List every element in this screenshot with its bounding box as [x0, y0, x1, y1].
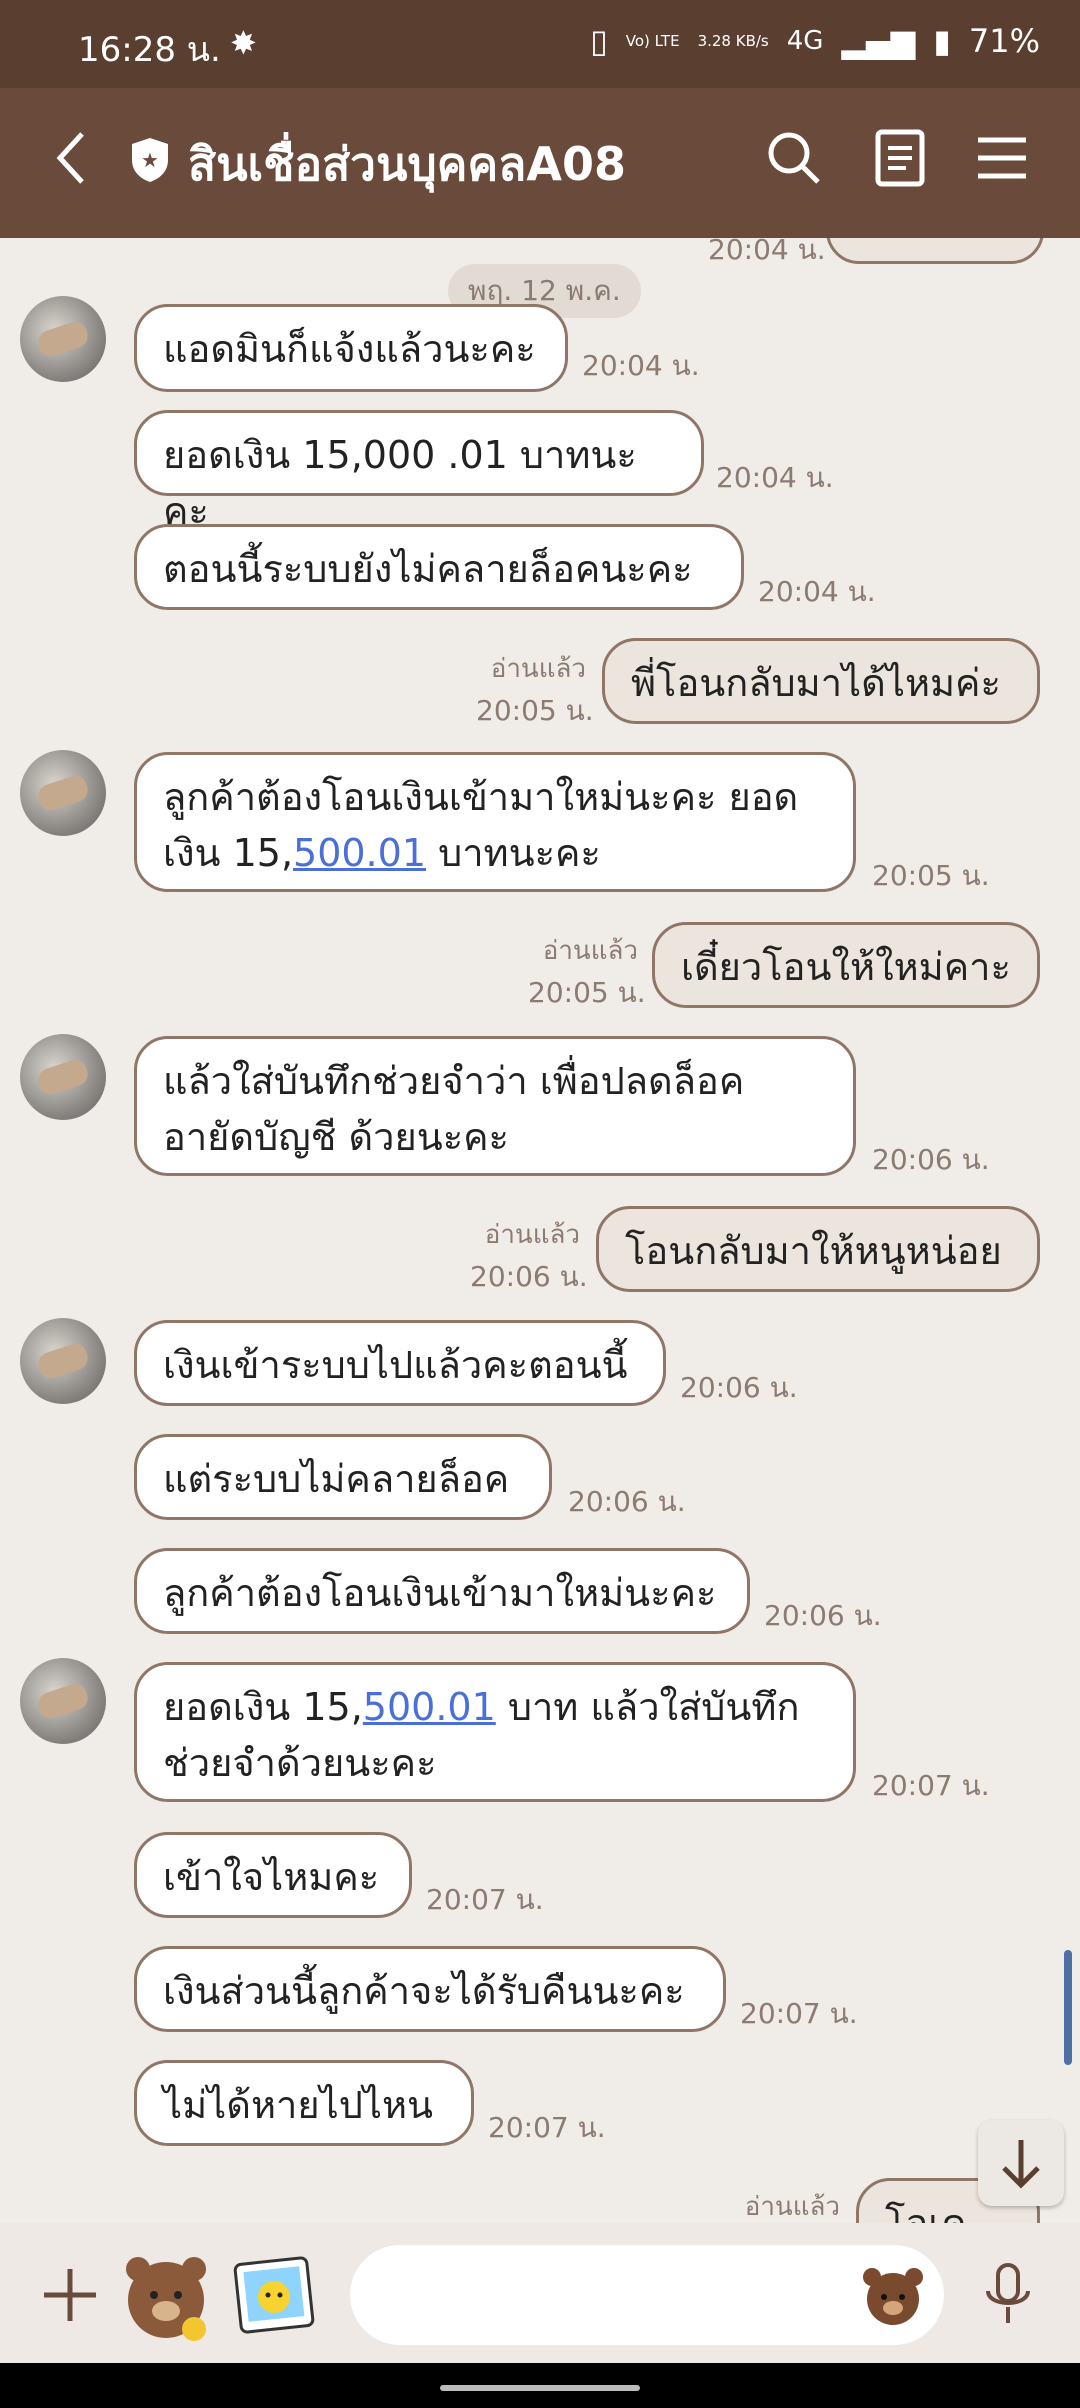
message-bubble[interactable]: ยอดเงิน 15,500.01 บาท แล้วใส่บันทึก ช่วย…: [134, 1662, 856, 1802]
message-text: แต่ระบบไม่คลายล็อค: [163, 1457, 510, 1501]
message-time: 20:04 น.: [708, 238, 826, 266]
message-text-line1: แล้วใส่บันทึกช่วยจำว่า เพื่อปลดล็อค: [163, 1059, 745, 1103]
chat-title: สินเชื่อส่วนบุคคลA08: [188, 137, 626, 191]
message-time: 20:07 น.: [740, 1997, 858, 2030]
speed-label: 3.28 KB/s: [697, 31, 769, 50]
message-bubble[interactable]: โอนกลับมาให้หนูหน่อย: [596, 1206, 1040, 1292]
message-text: แอดมินก็แจ้งแล้วนะคะ: [163, 327, 536, 371]
read-status: อ่านแล้ว 20:06 น.: [470, 1220, 588, 1293]
scroll-down-button[interactable]: [978, 2120, 1064, 2206]
menu-icon[interactable]: [972, 128, 1032, 188]
message-text: เดี๋ยวโอนให้ใหม่คาะ: [681, 945, 1011, 989]
status-time: 16:28 น.: [78, 30, 221, 70]
message-text-line2: ช่วยจำด้วยนะคะ: [163, 1741, 437, 1785]
volte-label: Vo) LTE: [625, 31, 680, 50]
avatar[interactable]: [20, 296, 106, 382]
svg-text:★: ★: [141, 148, 159, 172]
scrollbar[interactable]: [1064, 1950, 1072, 2065]
message-input[interactable]: [350, 2245, 944, 2345]
read-status: อ่านแล้ว 20:05 น.: [528, 936, 646, 1009]
message-text: เงินส่วนนี้ลูกค้าจะได้รับคืนนะคะ: [163, 1969, 685, 2013]
back-icon[interactable]: [52, 128, 92, 188]
avatar[interactable]: [20, 1034, 106, 1120]
message-text: พี่โอนกลับมาได้ไหมค่ะ: [631, 661, 1001, 705]
message-text: โอนกลับมาให้หนูหน่อย: [625, 1229, 1002, 1273]
navigation-bar: [0, 2363, 1080, 2408]
settings-icon: ✸: [230, 24, 257, 62]
message-bubble[interactable]: เงินส่วนนี้ลูกค้าจะได้รับคืนนะคะ: [134, 1946, 726, 2032]
message-bubble[interactable]: ลูกค้าต้องโอนเงินเข้ามาใหม่นะคะ ยอด เงิน…: [134, 752, 856, 892]
message-bubble[interactable]: แต่ระบบไม่คลายล็อค: [134, 1434, 552, 1520]
chat-area[interactable]: 20:04 น. พฤ. 12 พ.ค. แอดมินก็แจ้งแล้วนะค…: [0, 238, 1080, 2223]
message-bubble[interactable]: แล้วใส่บันทึกช่วยจำว่า เพื่อปลดล็อค อายั…: [134, 1036, 856, 1176]
message-text: ตอนนี้ระบบยังไม่คลายล็อคนะคะ: [163, 547, 693, 591]
message-time: 20:06 น.: [872, 1143, 990, 1176]
message-text-line1: ยอดเงิน 15,500.01 บาท แล้วใส่บันทึก: [163, 1685, 800, 1729]
message-bubble[interactable]: ลูกค้าต้องโอนเงินเข้ามาใหม่นะคะ: [134, 1548, 750, 1634]
message-time: 20:06 น.: [680, 1371, 798, 1404]
status-bar: 16:28 น. ✸ ▯ Vo) LTE 3.28 KB/s 4G ▂▄▆ ▮ …: [0, 0, 1080, 88]
avatar[interactable]: [20, 1658, 106, 1744]
partial-message-bubble[interactable]: [826, 238, 1044, 264]
message-time: 20:05 น.: [872, 859, 990, 892]
message-time: 20:07 น.: [488, 2111, 606, 2144]
read-status: อ่านแล้ว: [744, 2192, 840, 2222]
message-bubble[interactable]: ยอดเงิน 15,000 .01 บาทนะคะ: [134, 410, 704, 533]
emoji-icon[interactable]: [860, 2263, 926, 2327]
vibrate-icon: ▯: [590, 22, 608, 60]
message-text: ไม่ได้หายไปไหน: [163, 2083, 433, 2127]
message-bubble[interactable]: ไม่ได้หายไปไหน: [134, 2060, 474, 2146]
message-text-line2: เงิน 15,500.01 บาทนะคะ: [163, 831, 601, 875]
message-time: 20:06 น.: [568, 1485, 686, 1518]
photo-icon[interactable]: [232, 2255, 316, 2335]
message-time: 20:07 น.: [872, 1769, 990, 1802]
shield-icon: ★: [132, 138, 168, 182]
message-time: 20:04 น.: [716, 461, 834, 494]
message-text: เข้าใจไหมคะ: [163, 1855, 380, 1899]
message-text: เงินเข้าระบบไปแล้วคะตอนนี้: [163, 1343, 628, 1387]
avatar[interactable]: [20, 750, 106, 836]
read-status: อ่านแล้ว 20:05 น.: [476, 654, 594, 727]
status-icons: ▯ Vo) LTE 3.28 KB/s 4G ▂▄▆ ▮ 71%: [590, 22, 1040, 60]
message-text: ยอดเงิน 15,000 .01 บาทนะคะ: [163, 433, 637, 533]
signal-icon: ▂▄▆: [841, 22, 916, 60]
message-bubble[interactable]: แอดมินก็แจ้งแล้วนะคะ: [134, 304, 568, 392]
message-time: 20:07 น.: [426, 1883, 544, 1916]
message-link[interactable]: 500.01: [293, 831, 426, 875]
network-label: 4G: [786, 26, 824, 56]
sticker-icon[interactable]: [116, 2245, 216, 2345]
scroll-down-icon: [1002, 2140, 1040, 2189]
message-time: 20:04 น.: [582, 349, 700, 382]
message-bubble[interactable]: เข้าใจไหมคะ: [134, 1832, 412, 1918]
input-bar: [0, 2223, 1080, 2363]
notes-icon[interactable]: [870, 128, 930, 188]
plus-icon[interactable]: [40, 2265, 100, 2325]
message-bubble[interactable]: เงินเข้าระบบไปแล้วคะตอนนี้: [134, 1320, 666, 1406]
message-text: ลูกค้าต้องโอนเงินเข้ามาใหม่นะคะ: [163, 1571, 717, 1615]
search-icon[interactable]: [764, 128, 824, 188]
message-time: 20:06 น.: [764, 1599, 882, 1632]
message-text-line1: ลูกค้าต้องโอนเงินเข้ามาใหม่นะคะ ยอด: [163, 775, 799, 819]
mic-icon[interactable]: [980, 2261, 1036, 2329]
message-text: โอเคค่ะ: [885, 2201, 967, 2223]
message-bubble[interactable]: พี่โอนกลับมาได้ไหมค่ะ: [602, 638, 1040, 724]
home-indicator[interactable]: [440, 2385, 640, 2391]
message-text-line2: อายัดบัญชี ด้วยนะคะ: [163, 1115, 509, 1159]
message-link[interactable]: 500.01: [363, 1685, 496, 1729]
message-time: 20:04 น.: [758, 575, 876, 608]
battery-level: 71%: [968, 22, 1040, 60]
message-bubble[interactable]: เดี๋ยวโอนให้ใหม่คาะ: [652, 922, 1040, 1008]
message-bubble[interactable]: ตอนนี้ระบบยังไม่คลายล็อคนะคะ: [134, 524, 744, 610]
chat-header: ★ สินเชื่อส่วนบุคคลA08: [0, 88, 1080, 238]
battery-icon: ▮: [933, 22, 951, 60]
avatar[interactable]: [20, 1318, 106, 1404]
